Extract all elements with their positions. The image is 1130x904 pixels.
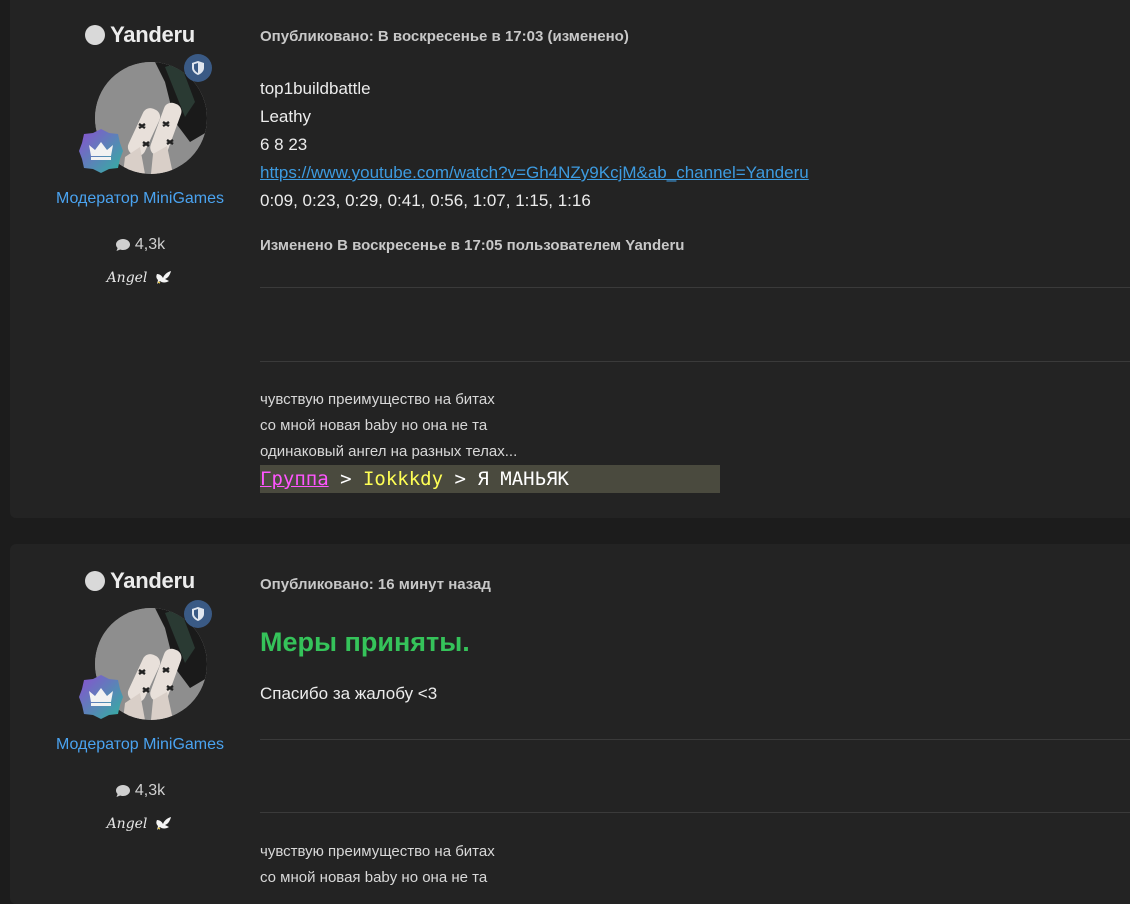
author-role[interactable]: Модератор MiniGames xyxy=(10,736,270,754)
signature-image: Группа > Iokkkdy > Я МАНЬЯК xyxy=(260,465,720,493)
author-name[interactable]: Yanderu xyxy=(110,568,195,594)
comment-icon xyxy=(115,239,130,251)
post-author: Yanderu Модератор MiniGames 4,3k Angel xyxy=(10,568,270,832)
author-role[interactable]: Модератор MiniGames xyxy=(10,190,270,208)
mc-player: Iokkkdy xyxy=(362,468,444,490)
mc-message: Я МАНЬЯК xyxy=(477,468,569,490)
divider xyxy=(260,812,1130,813)
body-line: top1buildbattle xyxy=(260,79,371,98)
signature-line: чувствую преимущество на битах xyxy=(260,391,495,408)
body-line: Спасибо за жалобу <3 xyxy=(260,684,438,703)
divider xyxy=(260,361,1130,362)
author-title: Angel xyxy=(10,270,270,286)
divider xyxy=(260,739,1130,740)
offline-status-icon xyxy=(85,571,106,591)
offline-status-icon xyxy=(85,25,106,45)
author-title: Angel xyxy=(10,816,270,832)
crown-group-icon xyxy=(79,129,123,173)
post-body: top1buildbattle Leathy 6 8 23 https://ww… xyxy=(260,75,1130,215)
post: Yanderu Модератор MiniGames 4,3k Angel О… xyxy=(10,0,1130,518)
avatar-wrap xyxy=(70,600,212,730)
signature: чувствую преимущество на битах со мной н… xyxy=(260,387,1130,493)
body-line: 6 8 23 xyxy=(260,135,308,154)
post-count-value: 4,3k xyxy=(134,236,166,253)
post-count: 4,3k xyxy=(10,236,270,254)
post-count: 4,3k xyxy=(10,782,270,800)
signature-line: со мной новая baby но она не та xyxy=(260,869,488,886)
signature-line: чувствую преимущество на битах xyxy=(260,843,495,860)
signature-line: одинаковый ангел на разных телах... xyxy=(260,443,518,460)
youtube-link[interactable]: https://www.youtube.com/watch?v=Gh4NZy9K… xyxy=(260,163,809,182)
signature-line: со мной новая baby но она не та xyxy=(260,417,488,434)
mc-separator: > xyxy=(443,468,478,490)
author-username[interactable]: Yanderu xyxy=(10,22,270,48)
comment-icon xyxy=(115,785,130,797)
divider xyxy=(260,287,1130,288)
author-title-text: Angel xyxy=(106,270,148,286)
post-count-value: 4,3k xyxy=(134,782,166,799)
post-heading: Меры приняты. xyxy=(260,627,470,657)
post-content: Опубликовано: 16 минут назад Меры принят… xyxy=(260,576,1130,708)
post-author: Yanderu Модератор MiniGames 4,3k Angel xyxy=(10,22,270,286)
signature: чувствую преимущество на битах со мной н… xyxy=(260,839,1130,891)
moderator-shield-icon xyxy=(184,54,212,82)
dove-icon xyxy=(156,817,172,830)
post-meta: Опубликовано: В воскресенье в 17:03 (изм… xyxy=(260,28,629,45)
moderator-shield-icon xyxy=(184,600,212,628)
crown-group-icon xyxy=(79,675,123,719)
author-title-text: Angel xyxy=(106,816,148,832)
mc-group: Группа xyxy=(260,468,329,490)
body-line: 0:09, 0:23, 0:29, 0:41, 0:56, 1:07, 1:15… xyxy=(260,191,591,210)
post: Yanderu Модератор MiniGames 4,3k Angel О… xyxy=(10,544,1130,904)
avatar-wrap xyxy=(70,54,212,184)
mc-separator: > xyxy=(328,468,363,490)
author-username[interactable]: Yanderu xyxy=(10,568,270,594)
author-name[interactable]: Yanderu xyxy=(110,22,195,48)
body-line: Leathy xyxy=(260,107,312,126)
post-content: Опубликовано: В воскресенье в 17:03 (изм… xyxy=(260,28,1130,254)
post-meta: Опубликовано: 16 минут назад xyxy=(260,576,491,593)
dove-icon xyxy=(156,271,172,284)
edited-note: Изменено В воскресенье в 17:05 пользоват… xyxy=(260,237,685,254)
